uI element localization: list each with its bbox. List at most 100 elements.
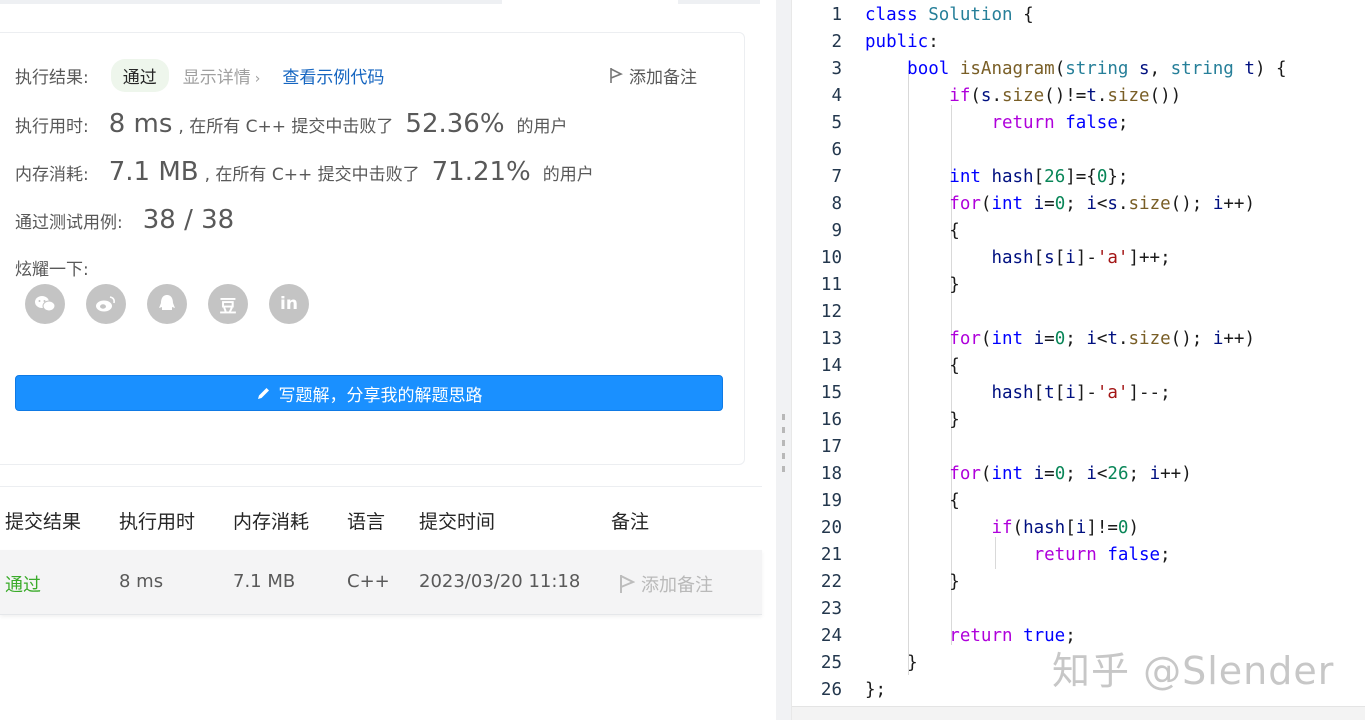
line-number: 3 bbox=[831, 59, 842, 79]
show-detail-link[interactable]: 显示详情 › bbox=[183, 63, 261, 88]
tab-active[interactable] bbox=[502, 0, 678, 4]
flag-icon bbox=[610, 68, 623, 83]
testcases-value: 38 / 38 bbox=[142, 205, 235, 235]
weibo-icon[interactable] bbox=[86, 284, 126, 324]
col-note: 备注 bbox=[611, 511, 650, 533]
col-runtime: 执行用时 bbox=[119, 511, 196, 533]
share-icons: 豆 in bbox=[25, 284, 309, 324]
result-panel: 执行结果: 通过 显示详情 › 查看示例代码 添加备注 执行用时: 8 ms , … bbox=[0, 0, 776, 720]
wechat-icon[interactable] bbox=[25, 284, 65, 324]
line-number: 17 bbox=[820, 437, 842, 457]
line-number: 22 bbox=[820, 572, 842, 592]
editor-scrollbar[interactable] bbox=[792, 706, 1365, 720]
code-line: } bbox=[865, 572, 960, 592]
result-card: 执行结果: 通过 显示详情 › 查看示例代码 添加备注 执行用时: 8 ms , … bbox=[0, 32, 745, 465]
col-submitted: 提交时间 bbox=[419, 511, 496, 533]
cell-submitted: 2023/03/20 11:18 bbox=[419, 571, 581, 592]
add-note-button[interactable]: 添加备注 bbox=[609, 63, 697, 88]
code-line: { bbox=[865, 491, 960, 511]
code-line: public: bbox=[865, 32, 939, 52]
code-line: for(int i=0; i<s.size(); i++) bbox=[949, 194, 1255, 214]
cell-runtime: 8 ms bbox=[119, 571, 164, 592]
cell-memory: 7.1 MB bbox=[233, 571, 296, 592]
testcases-row: 通过测试用例: 38 / 38 bbox=[15, 205, 234, 235]
line-number: 2 bbox=[831, 32, 842, 52]
line-number: 25 bbox=[820, 653, 842, 673]
write-solution-label: 写题解，分享我的解题思路 bbox=[278, 385, 483, 406]
linkedin-glyph: in bbox=[280, 294, 298, 314]
code-line: bool isAnagram(string s, string t) { bbox=[907, 59, 1287, 79]
line-number: 23 bbox=[820, 599, 842, 619]
line-number: 14 bbox=[820, 356, 842, 376]
code-line: return true; bbox=[949, 626, 1076, 646]
memory-beat-text: , 在所有 C++ 提交中击败了 bbox=[204, 165, 420, 185]
code-line: if(hash[i]!=0) bbox=[991, 518, 1140, 538]
pencil-icon bbox=[257, 387, 269, 399]
table-header: 提交结果 执行用时 内存消耗 语言 提交时间 备注 bbox=[0, 486, 762, 550]
chevron-right-icon: › bbox=[254, 71, 261, 87]
cell-add-note[interactable]: 添加备注 bbox=[619, 571, 713, 597]
status-label: 执行结果: bbox=[15, 68, 89, 88]
line-number: 8 bbox=[831, 194, 842, 214]
line-number: 19 bbox=[820, 491, 842, 511]
col-result: 提交结果 bbox=[5, 511, 82, 533]
write-solution-button[interactable]: 写题解，分享我的解题思路 bbox=[15, 375, 723, 411]
code-line: } bbox=[865, 275, 960, 295]
tab-strip bbox=[0, 0, 760, 4]
watermark: 知乎 @Slender bbox=[1052, 649, 1335, 693]
line-number: 1 bbox=[831, 5, 842, 25]
col-memory: 内存消耗 bbox=[233, 511, 310, 533]
douban-icon[interactable]: 豆 bbox=[208, 284, 248, 324]
line-number: 21 bbox=[820, 545, 842, 565]
code-line: class Solution { bbox=[865, 5, 1034, 25]
view-sample-code-link[interactable]: 查看示例代码 bbox=[282, 63, 384, 88]
line-number: 15 bbox=[820, 383, 842, 403]
code-line: hash[t[i]-'a']--; bbox=[991, 383, 1171, 403]
code-line: for(int i=0; i<26; i++) bbox=[949, 464, 1192, 484]
code-line: }; bbox=[865, 680, 887, 700]
col-language: 语言 bbox=[347, 511, 386, 533]
code-line: if(s.size()!=t.size()) bbox=[949, 86, 1182, 106]
code-line: return false; bbox=[991, 113, 1129, 133]
flag-icon bbox=[620, 575, 635, 593]
line-number: 16 bbox=[820, 410, 842, 430]
memory-percent: 71.21% bbox=[431, 157, 531, 187]
submissions-table: 提交结果 执行用时 内存消耗 语言 提交时间 备注 通过 8 ms 7.1 MB… bbox=[0, 486, 762, 616]
runtime-percent: 52.36% bbox=[405, 109, 505, 139]
line-number: 13 bbox=[820, 329, 842, 349]
code-line: } bbox=[865, 410, 960, 430]
linkedin-icon[interactable]: in bbox=[269, 284, 309, 324]
code-line: int hash[26]={0}; bbox=[949, 167, 1129, 187]
line-number: 24 bbox=[820, 626, 842, 646]
code-line: } bbox=[865, 653, 918, 673]
code-line: { bbox=[865, 356, 960, 376]
show-detail-label: 显示详情 bbox=[182, 68, 251, 88]
qq-icon[interactable] bbox=[147, 284, 187, 324]
share-label: 炫耀一下: bbox=[15, 260, 89, 280]
line-number: 6 bbox=[831, 140, 842, 160]
line-number: 7 bbox=[831, 167, 842, 187]
share-row: 炫耀一下: bbox=[15, 255, 89, 280]
memory-row: 内存消耗: 7.1 MB , 在所有 C++ 提交中击败了 71.21% 的用户 bbox=[15, 157, 594, 187]
panel-splitter[interactable] bbox=[776, 0, 791, 720]
drag-handle-icon[interactable] bbox=[782, 414, 785, 479]
status-badge: 通过 bbox=[110, 59, 169, 92]
cell-language: C++ bbox=[347, 571, 390, 592]
status-row: 执行结果: 通过 显示详情 › 查看示例代码 bbox=[15, 59, 384, 92]
code-line: for(int i=0; i<t.size(); i++) bbox=[949, 329, 1255, 349]
memory-users-text: 的用户 bbox=[542, 165, 594, 185]
testcases-label: 通过测试用例: bbox=[15, 213, 123, 233]
code-editor[interactable]: 1 2 3 4 5 6 7 8 9 10 11 12 13 14 15 16 1… bbox=[791, 0, 1365, 720]
code-line: hash[s[i]-'a']++; bbox=[991, 248, 1171, 268]
line-number: 9 bbox=[831, 221, 842, 241]
line-number: 4 bbox=[831, 86, 842, 106]
table-row[interactable]: 通过 8 ms 7.1 MB C++ 2023/03/20 11:18 添加备注 bbox=[0, 550, 762, 615]
line-number: 26 bbox=[820, 680, 842, 700]
line-number: 5 bbox=[831, 113, 842, 133]
cell-result[interactable]: 通过 bbox=[5, 571, 41, 597]
line-number: 20 bbox=[820, 518, 842, 538]
memory-label: 内存消耗: bbox=[15, 165, 89, 185]
runtime-label: 执行用时: bbox=[15, 117, 89, 137]
runtime-users-text: 的用户 bbox=[516, 117, 568, 137]
add-note-label: 添加备注 bbox=[641, 575, 713, 596]
